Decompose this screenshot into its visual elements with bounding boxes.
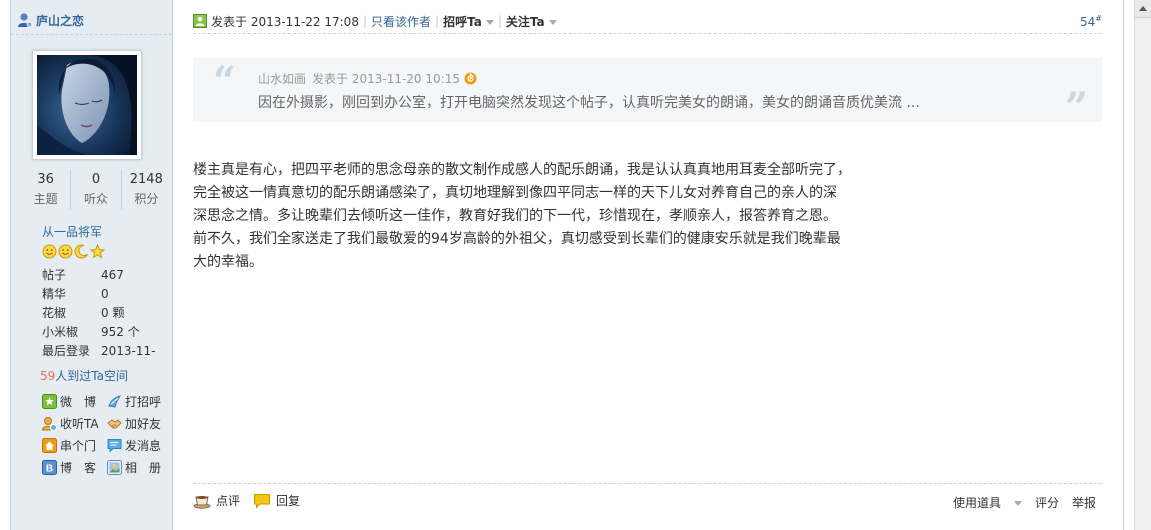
content-line: 楼主真是有心，把四平老师的思念母亲的散文制作成感人的配乐朗诵，我是认认真真地用耳… bbox=[193, 162, 851, 178]
stat-followers[interactable]: 0 听众 bbox=[71, 170, 122, 210]
quote-block: “ 山水如画 发表于 2013-11-20 10:15 因在外摄影，刚回到办公室… bbox=[193, 58, 1102, 128]
sun-icon bbox=[58, 244, 73, 259]
online-status-icon bbox=[193, 14, 207, 28]
scroll-up-button[interactable] bbox=[1135, 0, 1151, 18]
wave-hand-icon bbox=[108, 394, 122, 408]
svg-text:B: B bbox=[46, 463, 53, 474]
visits-count: 59 bbox=[40, 369, 56, 383]
sun-icon bbox=[42, 244, 57, 259]
coffee-cup-icon bbox=[193, 495, 211, 509]
separator: | bbox=[497, 14, 502, 28]
follow-menu[interactable]: 关注Ta bbox=[506, 13, 557, 30]
greet-button[interactable]: 打招呼 bbox=[107, 390, 172, 412]
use-tools-menu[interactable]: 使用道具 bbox=[940, 494, 1022, 511]
content-line: 大的幸福。 bbox=[193, 254, 263, 270]
post-footer: 点评 回复 使用道具 评分 举报 bbox=[193, 483, 1102, 522]
add-follow-icon bbox=[42, 416, 57, 431]
handshake-icon bbox=[107, 418, 122, 428]
quote-close-icon: ” bbox=[1064, 84, 1088, 131]
quote-author: 山水如画 bbox=[258, 72, 307, 86]
album-button[interactable]: 相 册 bbox=[107, 456, 172, 478]
separator: | bbox=[362, 14, 367, 28]
post-header: 发表于 2013-11-22 17:08 | 只看该作者 | 招呼Ta | 关注… bbox=[193, 9, 1102, 34]
comment-button[interactable]: 点评 bbox=[193, 492, 240, 509]
quote-open-icon: “ bbox=[213, 58, 237, 105]
report-button[interactable]: 举报 bbox=[1072, 494, 1096, 511]
message-icon bbox=[107, 438, 122, 453]
goto-post-icon[interactable] bbox=[464, 72, 477, 85]
reply-button[interactable]: 回复 bbox=[253, 492, 300, 509]
author-sidebar: 庐山之恋 36 主题 0 听众 2148 积分 从一品将军 帖子 467 精华 … bbox=[11, 0, 173, 530]
visit-space-button[interactable]: 串个门 bbox=[42, 434, 107, 456]
sidebar-divider bbox=[11, 34, 172, 35]
author-header[interactable]: 庐山之恋 bbox=[17, 10, 84, 30]
stat-topics[interactable]: 36 主题 bbox=[21, 170, 72, 210]
add-friend-button[interactable]: 加好友 bbox=[107, 412, 172, 434]
footer-actions: 使用道具 评分 举报 bbox=[927, 494, 1096, 511]
greet-menu[interactable]: 招呼Ta bbox=[443, 13, 494, 30]
info-row: 小米椒 952 个 bbox=[42, 325, 140, 339]
chevron-down-icon bbox=[485, 19, 494, 25]
blog-icon: B bbox=[42, 459, 57, 475]
quote-meta: 山水如画 发表于 2013-11-20 10:15 bbox=[258, 70, 477, 87]
user-online-icon bbox=[18, 13, 33, 28]
post-content: 楼主真是有心，把四平老师的思念母亲的散文制作成感人的配乐朗诵，我是认认真真地用耳… bbox=[193, 159, 943, 274]
content-line: 深思念之情。多让晚辈们去倾听这一佳作，教育好我们的下一代，珍惜现在，孝顺亲人，报… bbox=[193, 208, 837, 224]
info-row: 最后登录 2013-11- bbox=[42, 344, 156, 358]
blog-button[interactable]: B 博 客 bbox=[42, 456, 107, 478]
quote-text: 因在外摄影，刚回到办公室，打开电脑突然发现这个帖子，认真听完美女的朗诵，美女的朗… bbox=[258, 95, 920, 111]
chevron-down-icon bbox=[1013, 501, 1022, 506]
send-message-button[interactable]: 发消息 bbox=[107, 434, 172, 456]
space-visits-link[interactable]: 59人到过Ta空间 bbox=[40, 367, 128, 384]
avatar[interactable] bbox=[37, 55, 137, 155]
photo-album-icon bbox=[107, 459, 122, 475]
author-actions: 微 博 打招呼 收听TA 加好友 串个门 发消息 B 博 客 相 册 bbox=[42, 390, 172, 478]
chevron-down-icon bbox=[548, 19, 557, 25]
star-icon bbox=[89, 243, 106, 259]
rate-button[interactable]: 评分 bbox=[1035, 494, 1059, 511]
author-name[interactable]: 庐山之恋 bbox=[36, 12, 84, 29]
rank-stars bbox=[42, 243, 106, 259]
only-author-link[interactable]: 只看该作者 bbox=[371, 13, 431, 30]
avatar-frame[interactable] bbox=[32, 50, 142, 160]
moon-icon bbox=[74, 244, 89, 259]
weibo-button[interactable]: 微 博 bbox=[42, 390, 107, 412]
content-line: 前不久，我们全家送走了我们最敬爱的94岁高龄的外祖父，真切感受到长辈们的健康安乐… bbox=[193, 231, 841, 247]
weibo-icon bbox=[42, 393, 57, 409]
follow-button[interactable]: 收听TA bbox=[42, 412, 107, 434]
vertical-scrollbar[interactable] bbox=[1134, 0, 1151, 530]
content-line: 完全被这一情真意切的配乐朗诵感染了，真切地理解到像四平同志一样的天下儿女对养育自… bbox=[193, 185, 837, 201]
home-icon bbox=[42, 437, 57, 453]
speech-bubble-icon bbox=[254, 493, 270, 509]
author-info: 帖子 467 精华 0 花椒 0 颗 小米椒 952 个 最后登录 2013-11- bbox=[42, 266, 155, 361]
post-time: 发表于 2013-11-22 17:08 bbox=[211, 14, 359, 29]
info-row: 精华 0 bbox=[42, 287, 109, 301]
info-row: 帖子 467 bbox=[42, 268, 124, 282]
author-rank[interactable]: 从一品将军 bbox=[42, 223, 102, 240]
separator: | bbox=[435, 14, 440, 28]
author-stats: 36 主题 0 听众 2148 积分 bbox=[21, 170, 171, 210]
floor-number[interactable]: 54# bbox=[1080, 14, 1102, 29]
quote-time: 发表于 2013-11-20 10:15 bbox=[312, 72, 460, 86]
info-row: 花椒 0 颗 bbox=[42, 306, 125, 320]
stat-points[interactable]: 2148 积分 bbox=[122, 170, 171, 210]
